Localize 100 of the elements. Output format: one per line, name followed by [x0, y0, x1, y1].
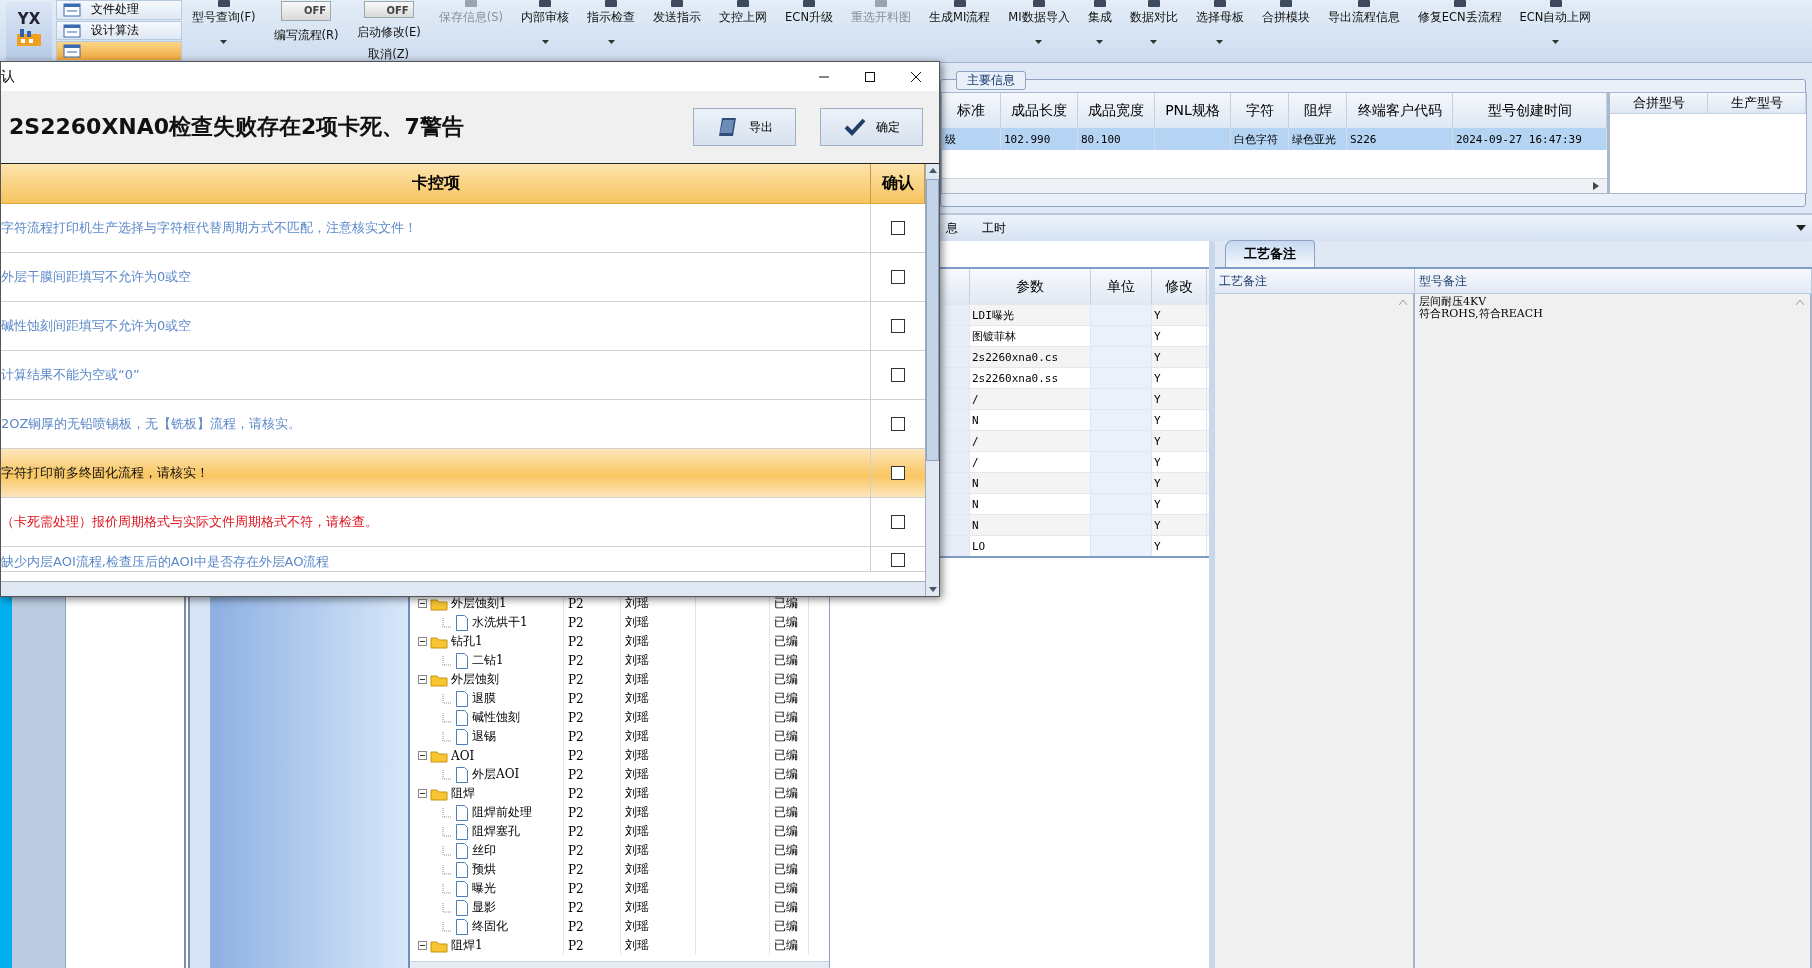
table-cell: 刘瑶: [621, 898, 696, 917]
tree-item[interactable]: 预烘: [472, 861, 496, 878]
column-header[interactable]: 工艺备注: [1215, 269, 1415, 293]
toolbar-button[interactable]: 指示检查: [585, 0, 638, 62]
toolbar-button[interactable]: 生成MI流程: [927, 0, 993, 62]
table-cell: Y: [1152, 389, 1207, 409]
maximize-icon[interactable]: [863, 70, 877, 83]
toolbar-button[interactable]: 文控上网: [717, 0, 770, 62]
tree-item[interactable]: 曝光: [472, 880, 496, 897]
collapse-icon[interactable]: [418, 941, 427, 950]
column-header[interactable]: 型号备注: [1415, 269, 1812, 293]
tree-item[interactable]: 钻孔1: [451, 633, 483, 650]
toolbar-button[interactable]: 数据对比: [1127, 0, 1180, 62]
checkbox[interactable]: [891, 466, 905, 480]
toggle-button[interactable]: OFF 编写流程(R): [271, 0, 341, 62]
tree-item[interactable]: 外层蚀刻1: [451, 595, 507, 612]
document-icon: [455, 861, 469, 878]
toolbar-button[interactable]: ECN升级: [783, 0, 835, 62]
tree-item[interactable]: 退锡: [472, 728, 496, 745]
nav-item[interactable]: 文件处理: [56, 0, 182, 20]
dropdown-icon[interactable]: [1796, 225, 1806, 231]
checkbox[interactable]: [891, 319, 905, 333]
collapse-icon[interactable]: [418, 751, 427, 760]
tab[interactable]: 工艺备注: [1225, 240, 1315, 267]
table-cell: Y: [1152, 305, 1207, 325]
dialog-heading: 2S2260XNA0检查失败存在2项卡死、7警告: [9, 113, 465, 141]
collapse-icon[interactable]: [418, 675, 427, 684]
tree-item[interactable]: 终固化: [472, 918, 508, 935]
nav-item[interactable]: [56, 41, 182, 61]
table-cell: 刘瑶: [621, 613, 696, 632]
checkbox[interactable]: [891, 221, 905, 235]
toolbar-button[interactable]: MI数据导入: [1006, 0, 1072, 62]
table-cell: 已编: [770, 822, 809, 841]
toolbar-button[interactable]: ECN自动上网: [1517, 0, 1594, 62]
confirm-button[interactable]: 确定: [820, 108, 923, 146]
toolbar-button[interactable]: 内部审核: [519, 0, 572, 62]
collapse-icon[interactable]: [418, 789, 427, 798]
table-cell: 刘瑶: [621, 822, 696, 841]
tree-item[interactable]: 退膜: [472, 690, 496, 707]
tree-line-icon: [442, 826, 452, 837]
toolbar-button[interactable]: 合拼模块: [1259, 0, 1312, 62]
column-header[interactable]: 卡控项: [1, 164, 871, 203]
nav-item[interactable]: 设计算法: [56, 20, 182, 41]
toolbar-button[interactable]: 导出流程信息: [1325, 0, 1402, 62]
tree-item[interactable]: 阻焊塞孔: [472, 823, 520, 840]
tree-item[interactable]: 阻焊1: [451, 937, 483, 954]
checkbox[interactable]: [891, 515, 905, 529]
tab[interactable]: 工时: [978, 217, 1010, 239]
toolbar-button[interactable]: 修复ECN丢流程: [1415, 0, 1504, 62]
tree-item[interactable]: 阻焊前处理: [472, 804, 532, 821]
tree-item[interactable]: 外层AOI: [472, 766, 520, 783]
scroll-up-icon[interactable]: [928, 168, 937, 173]
toggle-switch[interactable]: OFF: [281, 1, 332, 21]
group-title: 主要信息: [956, 71, 1026, 90]
table-cell: P2: [564, 613, 621, 632]
tree-item[interactable]: 显影: [472, 899, 496, 916]
collapse-icon[interactable]: [418, 637, 427, 646]
scrollbar[interactable]: [942, 178, 1607, 193]
tab[interactable]: 息: [942, 217, 962, 239]
toggle-label[interactable]: 取消(Z): [368, 47, 410, 62]
tree-item[interactable]: 水洗烘干1: [472, 614, 528, 631]
toggle-button[interactable]: OFF 启动修改(E) 取消(Z): [354, 0, 423, 62]
table-cell: 已编: [770, 879, 809, 898]
scroll-down-icon[interactable]: [928, 587, 937, 592]
document-icon: [455, 880, 469, 897]
table-cell: 已编: [770, 784, 809, 803]
checkbox[interactable]: [891, 417, 905, 431]
tree-item[interactable]: 外层蚀刻: [451, 671, 499, 688]
toggle-label[interactable]: 启动修改(E): [356, 25, 421, 40]
tree-item[interactable]: 丝印: [472, 842, 496, 859]
scroll-thumb[interactable]: [926, 179, 939, 461]
column-header[interactable]: 合拼型号: [1610, 93, 1708, 113]
tree-item[interactable]: 二钻1: [472, 652, 504, 669]
table-row[interactable]: 级 102.990 80.100 白色字符 绿色亚光 S226 2024-09-27 16:47:39: [942, 128, 1607, 150]
table-cell: P2: [564, 670, 621, 689]
export-button[interactable]: 导出: [693, 108, 796, 146]
tree-item[interactable]: 阻焊: [451, 785, 475, 802]
checkbox[interactable]: [891, 270, 905, 284]
tree-item[interactable]: 碱性蚀刻: [472, 709, 520, 726]
table-cell: 白色字符: [1231, 128, 1289, 150]
scrollbar[interactable]: [410, 961, 829, 968]
toolbar-button[interactable]: 选择母板: [1193, 0, 1246, 62]
close-icon[interactable]: [909, 70, 923, 83]
toolbar-button[interactable]: 集成: [1085, 0, 1114, 62]
tree-item[interactable]: AOI: [451, 748, 475, 763]
table-cell: P2: [564, 651, 621, 670]
checkbox[interactable]: [891, 553, 905, 567]
tool-icon: [1452, 0, 1467, 8]
table-cell: 刘瑶: [621, 917, 696, 936]
column-header[interactable]: 生产型号: [1708, 93, 1806, 113]
checkbox[interactable]: [891, 368, 905, 382]
toolbar-button[interactable]: 型号查询(F): [190, 0, 258, 62]
collapse-icon[interactable]: [418, 599, 427, 608]
toggle-switch[interactable]: OFF: [363, 1, 414, 18]
table-cell: Y: [1152, 347, 1207, 367]
toolbar-button[interactable]: 发送指示: [651, 0, 704, 62]
toggle-label[interactable]: 编写流程(R): [273, 28, 339, 43]
scrollbar[interactable]: [925, 164, 939, 596]
scrollbar[interactable]: [1, 581, 925, 596]
arrow-right-icon[interactable]: [1593, 182, 1599, 190]
